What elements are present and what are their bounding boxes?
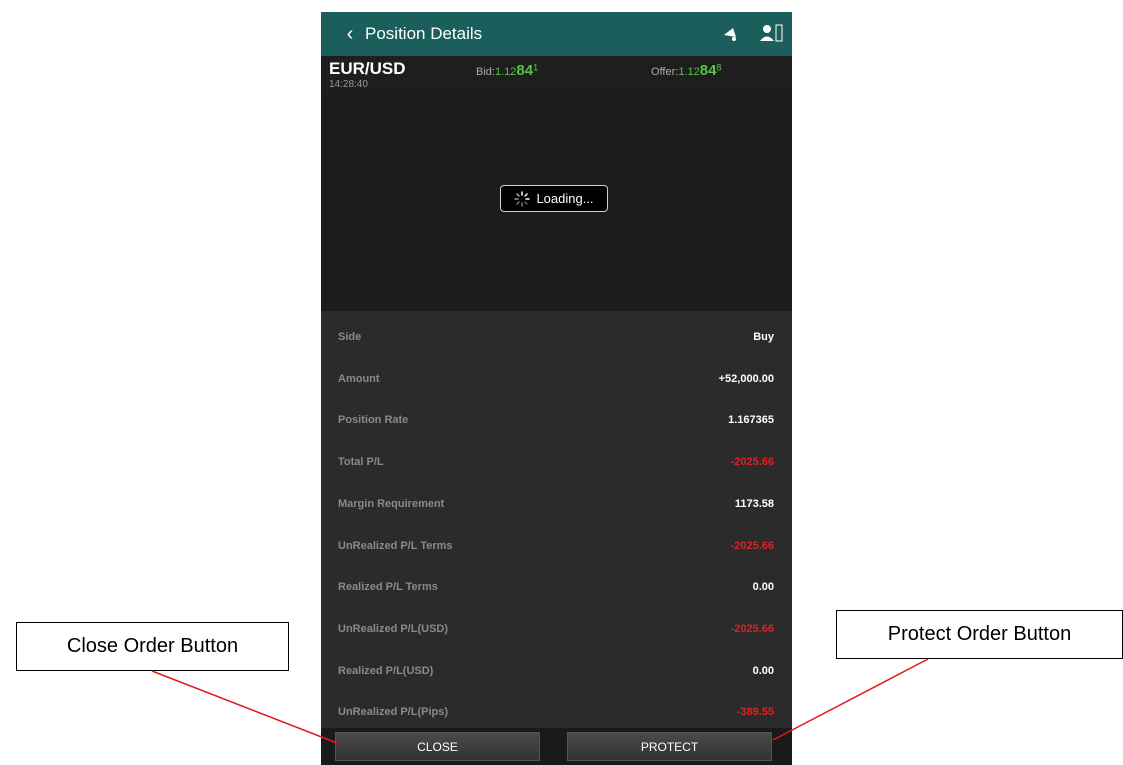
protect-pointer-line (772, 658, 929, 741)
close-pointer-line (151, 670, 338, 744)
callout-pointers (151, 658, 929, 744)
